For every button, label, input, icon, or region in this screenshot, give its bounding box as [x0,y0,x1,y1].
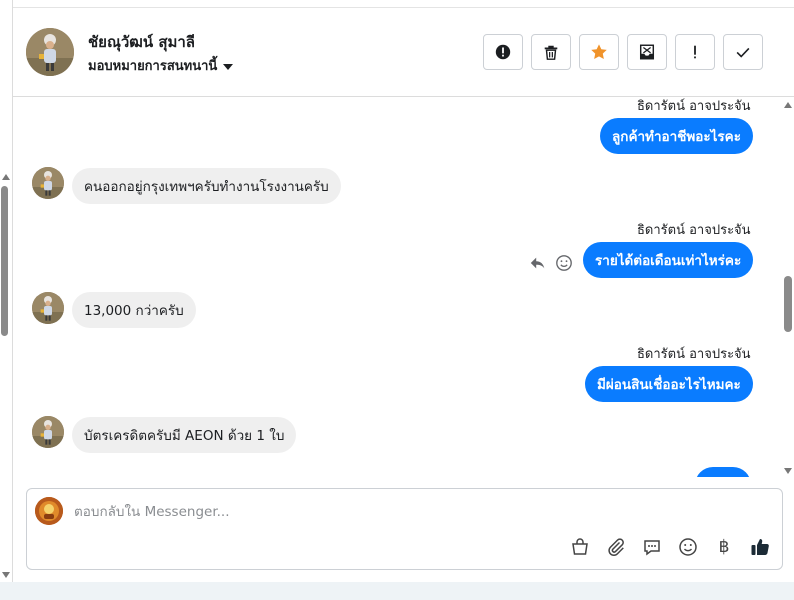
exclamation-icon [694,45,696,59]
incoming-message[interactable]: บัตรเครดิตครับมี AEON ด้วย 1 ใบ [72,417,297,453]
header-actions [483,34,763,70]
composer-tools: ฿ [568,535,772,559]
child-photo-icon [26,28,74,76]
emoji-icon [679,538,697,556]
mark-important-button[interactable] [675,34,715,70]
star-icon [591,44,607,60]
move-to-inbox-icon [639,44,655,60]
emoji-button[interactable] [676,535,700,559]
scroll-up-arrow-icon[interactable] [2,174,10,180]
reply-composer: ฿ [26,488,783,570]
paperclip-icon [608,538,624,557]
message-sender: ธิดารัตน์ อาจประจัน [637,223,751,238]
outgoing-message[interactable]: ลูกค้าทำอาชีพอะไรคะ [600,118,753,154]
message-thread[interactable]: ธิดารัตน์ อาจประจัน ลูกค้าทำอาชีพอะไรคะ … [13,97,783,477]
message-sender: ธิดารัตน์ อาจประจัน [637,99,751,114]
contact-avatar-small [32,292,64,324]
thumbs-up-icon [751,539,769,555]
like-button[interactable] [748,535,772,559]
alert-circle-icon [495,44,511,60]
outgoing-message-partial[interactable] [695,467,751,477]
reply-icon[interactable] [529,254,547,272]
delete-button[interactable] [531,34,571,70]
child-photo-icon [32,167,64,199]
message-hover-actions [529,254,573,272]
saved-reply-icon [644,540,660,556]
move-button[interactable] [627,34,667,70]
scrollbar-thumb[interactable] [784,276,792,332]
scroll-down-arrow-icon[interactable] [784,468,792,474]
check-icon [736,47,750,58]
conversation-panel: ชัยณุวัฒน์ สุมาลี มอบหมายการสนทนานี้ ธิด… [12,0,794,582]
saved-reply-button[interactable] [640,535,664,559]
child-photo-icon [32,292,64,324]
scrollbar-thumb[interactable] [1,186,8,336]
contact-avatar-small [32,167,64,199]
baht-icon: ฿ [718,537,730,557]
message-sender: ธิดารัตน์ อาจประจัน [637,347,751,362]
page-avatar [35,497,63,525]
assign-conversation-dropdown[interactable]: มอบหมายการสนทนานี้ [88,55,234,76]
attach-button[interactable] [604,535,628,559]
page-scrollbar[interactable] [0,168,10,580]
contact-avatar-small [32,416,64,448]
contact-avatar[interactable] [26,28,74,76]
window-bottom-edge [0,582,794,600]
emoji-reaction-icon[interactable] [555,254,573,272]
incoming-message[interactable]: คนออกอยู่กรุงเทพฯครับทำงานโรงงานครับ [72,168,341,204]
scroll-up-arrow-icon[interactable] [784,102,792,108]
report-button[interactable] [483,34,523,70]
outgoing-message[interactable]: มีผ่อนสินเชื่ออะไรไหมคะ [585,366,753,402]
scroll-down-arrow-icon[interactable] [2,572,10,578]
contact-name: ชัยณุวัฒน์ สุมาลี [88,33,195,51]
incoming-message[interactable]: 13,000 กว่าครับ [72,292,196,328]
shop-button[interactable] [568,535,592,559]
mark-done-button[interactable] [723,34,763,70]
shop-bag-icon [572,538,588,555]
star-button[interactable] [579,34,619,70]
reply-input[interactable] [74,502,574,522]
conversation-header: ชัยณุวัฒน์ สุมาลี มอบหมายการสนทนานี้ [13,8,794,97]
assign-label: มอบหมายการสนทนานี้ [88,59,218,74]
thread-scrollbar[interactable] [781,100,794,476]
caret-down-icon [223,63,234,70]
outgoing-message[interactable]: รายได้ต่อเดือนเท่าไหร่คะ [583,242,754,278]
payment-button[interactable]: ฿ [712,535,736,559]
child-photo-icon [32,416,64,448]
trash-icon [544,45,558,60]
page-logo-icon [35,497,63,525]
